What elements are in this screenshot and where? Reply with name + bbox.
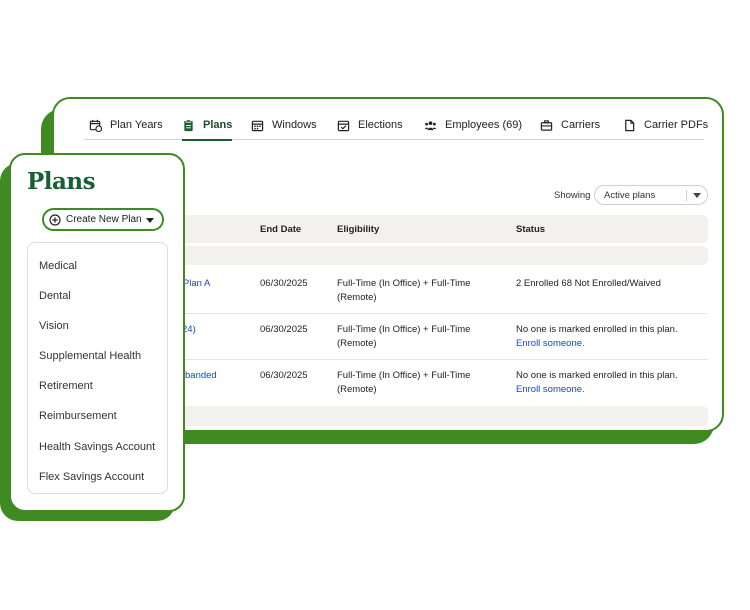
status-text: No one is marked enrolled in this plan. (516, 324, 678, 335)
eligibility-line: Full-Time (In Office) + Full-Time (337, 324, 471, 335)
status-cell: No one is marked enrolled in this plan. E… (516, 323, 678, 351)
status-cell: 2 Enrolled 68 Not Enrolled/Waived (516, 277, 661, 291)
plan-filter-select[interactable]: Active plans (594, 185, 708, 205)
status-cell: No one is marked enrolled in this plan. E… (516, 369, 678, 397)
calendar-clock-icon (89, 119, 102, 132)
calendar-grid-icon (251, 120, 264, 131)
eligibility-line: (Remote) (337, 338, 377, 349)
tab-windows[interactable]: Windows (251, 111, 317, 139)
filter-label: Showing (554, 190, 591, 201)
eligibility-line: Full-Time (In Office) + Full-Time (337, 370, 471, 381)
tab-label: Windows (272, 119, 317, 131)
end-date-cell: 06/30/2025 (260, 278, 308, 289)
menu-item-medical[interactable]: Medical (39, 260, 77, 272)
eligibility-cell: Full-Time (In Office) + Full-Time (Remote… (337, 323, 470, 351)
plan-name-link[interactable]: banded (185, 369, 217, 383)
eligibility-cell: Full-Time (In Office) + Full-Time (Remote… (337, 369, 470, 397)
calendar-check-icon (337, 120, 350, 131)
tab-employees[interactable]: Employees (69) (424, 111, 522, 139)
tab-label: Carriers (561, 119, 601, 131)
column-header-end-date: End Date (260, 224, 302, 235)
eligibility-cell: Full-Time (In Office) + Full-Time (Remote… (337, 277, 470, 305)
people-icon (424, 120, 437, 130)
clipboard-icon (184, 119, 193, 131)
tab-label: Plan Years (110, 119, 163, 131)
menu-item-dental[interactable]: Dental (39, 290, 71, 302)
chevron-down-icon (693, 193, 701, 198)
column-header-eligibility: Eligibility (337, 224, 380, 235)
tab-label: Plans (203, 119, 233, 131)
menu-item-health-savings-account[interactable]: Health Savings Account (39, 441, 155, 453)
select-divider (686, 190, 687, 201)
tab-label: Elections (358, 119, 403, 131)
menu-item-reimbursement[interactable]: Reimbursement (39, 410, 117, 422)
plan-type-menu: Medical Dental Vision Supplemental Healt… (27, 242, 168, 494)
menu-item-retirement[interactable]: Retirement (39, 380, 93, 392)
menu-item-vision[interactable]: Vision (39, 320, 69, 332)
tab-plans[interactable]: Plans (182, 111, 233, 141)
eligibility-line: Full-Time (In Office) + Full-Time (337, 278, 471, 289)
briefcase-icon (540, 119, 553, 131)
enroll-someone-link[interactable]: Enroll someone. (516, 384, 585, 395)
tab-label: Employees (69) (445, 119, 523, 131)
tab-elections[interactable]: Elections (337, 111, 403, 139)
enroll-someone-link[interactable]: Enroll someone. (516, 338, 585, 349)
menu-item-supplemental-health[interactable]: Supplemental Health (39, 350, 141, 362)
menu-item-flex-savings-account[interactable]: Flex Savings Account (39, 471, 144, 483)
document-icon (625, 119, 635, 131)
status-text: 2 Enrolled 68 Not Enrolled/Waived (516, 278, 661, 289)
tab-carrier-pdfs[interactable]: Carrier PDFs (623, 111, 708, 139)
plans-menu-card: Plans Create New Plan Medical Dental Vis… (9, 153, 185, 512)
create-new-plan-button[interactable]: Create New Plan (42, 208, 164, 231)
caret-down-icon (146, 218, 154, 223)
create-button-label: Create New Plan (66, 214, 142, 225)
column-header-status: Status (516, 224, 546, 235)
plus-circle-icon (49, 213, 61, 226)
tab-bar: Plan Years Plans Windows Elections Emplo… (84, 111, 708, 141)
tab-carriers[interactable]: Carriers (540, 111, 600, 139)
page-title: Plans (27, 168, 96, 195)
eligibility-line: (Remote) (337, 292, 377, 303)
tab-label: Carrier PDFs (644, 119, 709, 131)
tab-plan-years[interactable]: Plan Years (89, 111, 163, 139)
end-date-cell: 06/30/2025 (260, 324, 308, 335)
eligibility-line: (Remote) (337, 384, 377, 395)
select-value: Active plans (604, 189, 656, 201)
status-text: No one is marked enrolled in this plan. (516, 370, 678, 381)
end-date-cell: 06/30/2025 (260, 370, 308, 381)
